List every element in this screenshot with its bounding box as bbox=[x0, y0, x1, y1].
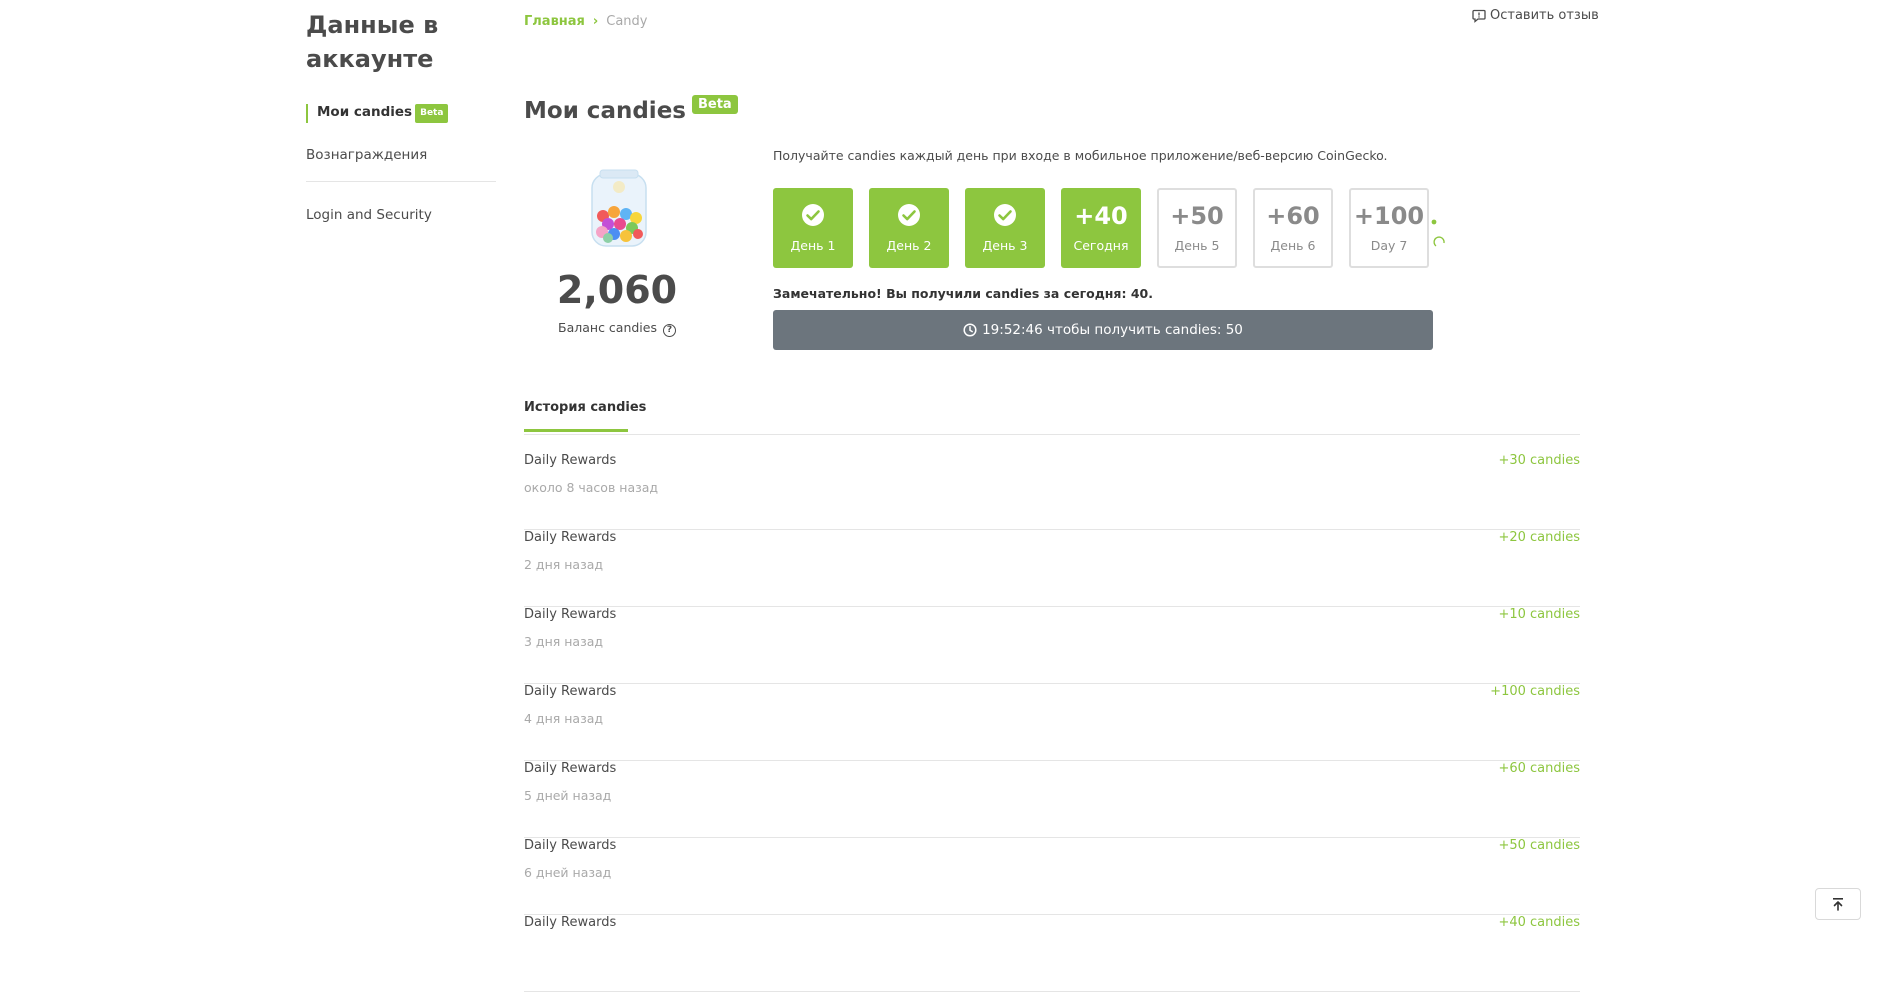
day-label: День 3 bbox=[982, 238, 1028, 253]
tab-candy-history[interactable]: История candies bbox=[524, 400, 646, 432]
day-box-3: День 3 bbox=[965, 188, 1045, 268]
breadcrumb-home-link[interactable]: Главная bbox=[524, 14, 585, 29]
history-title: Daily Rewards bbox=[524, 684, 617, 699]
sidebar-item-rewards[interactable]: Вознаграждения bbox=[306, 147, 427, 163]
history-time: 4 дня назад bbox=[524, 711, 604, 726]
history-time: 3 дня назад bbox=[524, 634, 604, 649]
history-row: Daily Rewards около 8 часов назад +30 ca… bbox=[524, 453, 1580, 530]
arrow-up-to-line-icon bbox=[1833, 897, 1843, 911]
day-label: Сегодня bbox=[1073, 238, 1129, 253]
history-amount: +30 candies bbox=[1498, 453, 1580, 468]
page-title: Мои candies Beta bbox=[524, 94, 738, 124]
day-amount: +50 bbox=[1170, 202, 1224, 230]
history-row: Daily Rewards +40 candies bbox=[524, 915, 1580, 992]
account-sidebar: Данные в аккаунте Мои candies Beta Вознаг… bbox=[306, 8, 496, 223]
history-time: 2 дня назад bbox=[524, 557, 604, 572]
history-title: Daily Rewards bbox=[524, 607, 617, 622]
history-amount: +20 candies bbox=[1498, 530, 1580, 545]
question-circle-icon[interactable]: ? bbox=[662, 324, 676, 337]
day-amount: +60 bbox=[1266, 202, 1320, 230]
candy-balance-value: 2,060 bbox=[556, 268, 678, 312]
candy-balance-label-text: Баланс candies bbox=[558, 320, 657, 335]
sidebar-title: Данные в аккаунте bbox=[306, 11, 439, 73]
day-box-today: +40 Сегодня bbox=[1061, 188, 1141, 268]
candy-balance-label: Баланс candies ? bbox=[524, 320, 710, 337]
candy-history-list: Daily Rewards около 8 часов назад +30 ca… bbox=[524, 453, 1580, 992]
day-label: День 2 bbox=[886, 238, 932, 253]
sidebar-item-my-candies[interactable]: Мои candies Beta bbox=[306, 104, 449, 123]
day-label: День 1 bbox=[790, 238, 836, 253]
breadcrumb-current: Candy bbox=[606, 14, 648, 29]
day-amount: +40 bbox=[1074, 202, 1128, 230]
feedback-link[interactable]: Оставить отзыв bbox=[1472, 8, 1599, 23]
history-amount: +50 candies bbox=[1498, 838, 1580, 853]
history-title: Daily Rewards bbox=[524, 453, 617, 468]
history-title: Daily Rewards bbox=[524, 530, 617, 545]
day-box-1: День 1 bbox=[773, 188, 853, 268]
day-box-6: +60 День 6 bbox=[1253, 188, 1333, 268]
history-row: Daily Rewards 4 дня назад +100 candies bbox=[524, 684, 1580, 761]
feedback-label: Оставить отзыв bbox=[1490, 8, 1599, 23]
day-box-5: +50 День 5 bbox=[1157, 188, 1237, 268]
history-time: около 8 часов назад bbox=[524, 480, 659, 495]
history-amount: +60 candies bbox=[1498, 761, 1580, 776]
history-amount: +10 candies bbox=[1498, 607, 1580, 622]
history-title: Daily Rewards bbox=[524, 838, 617, 853]
day-label: День 5 bbox=[1174, 238, 1220, 253]
countdown-button[interactable]: 19:52:46 чтобы получить candies: 50 bbox=[773, 310, 1433, 350]
history-time: 5 дней назад bbox=[524, 788, 612, 803]
history-title: Daily Rewards bbox=[524, 761, 617, 776]
beta-badge: Beta bbox=[691, 94, 738, 114]
success-message: Замечательно! Вы получили candies за сег… bbox=[773, 286, 1153, 301]
history-time: 6 дней назад bbox=[524, 865, 612, 880]
history-row: Daily Rewards 6 дней назад +50 candies bbox=[524, 838, 1580, 915]
loading-spinner-icon bbox=[1431, 219, 1445, 247]
candy-jar-icon bbox=[591, 169, 647, 247]
comment-icon bbox=[1472, 9, 1486, 23]
sidebar-divider bbox=[306, 181, 496, 182]
history-row: Daily Rewards 2 дня назад +20 candies bbox=[524, 530, 1580, 607]
countdown-label: 19:52:46 чтобы получить candies: 50 bbox=[982, 322, 1243, 338]
breadcrumb: Главная › Candy bbox=[524, 14, 648, 29]
day-label: День 6 bbox=[1270, 238, 1316, 253]
day-label: Day 7 bbox=[1370, 238, 1408, 253]
tabs-divider bbox=[524, 434, 1580, 435]
history-amount: +100 candies bbox=[1490, 684, 1580, 699]
check-circle-icon bbox=[994, 204, 1016, 226]
sidebar-item-login-security[interactable]: Login and Security bbox=[306, 207, 432, 223]
history-row: Daily Rewards 5 дней назад +60 candies bbox=[524, 761, 1580, 838]
beta-badge: Beta bbox=[415, 104, 449, 123]
check-circle-icon bbox=[802, 204, 824, 226]
clock-icon bbox=[963, 323, 977, 337]
history-amount: +40 candies bbox=[1498, 915, 1580, 930]
check-circle-icon bbox=[898, 204, 920, 226]
sidebar-item-label: Мои candies bbox=[317, 104, 413, 120]
day-box-7: +100 Day 7 bbox=[1349, 188, 1429, 268]
history-title: Daily Rewards bbox=[524, 915, 617, 930]
daily-rewards-intro: Получайте candies каждый день при входе … bbox=[773, 148, 1388, 163]
page-title-text: Мои candies bbox=[524, 98, 686, 124]
day-box-2: День 2 bbox=[869, 188, 949, 268]
scroll-to-top-button[interactable] bbox=[1815, 888, 1861, 920]
day-amount: +100 bbox=[1353, 202, 1425, 230]
history-row: Daily Rewards 3 дня назад +10 candies bbox=[524, 607, 1580, 684]
daily-streak: День 1 День 2 День 3 +40 Сегодня +50 Ден… bbox=[773, 188, 1429, 268]
chevron-right-icon: › bbox=[592, 14, 599, 29]
